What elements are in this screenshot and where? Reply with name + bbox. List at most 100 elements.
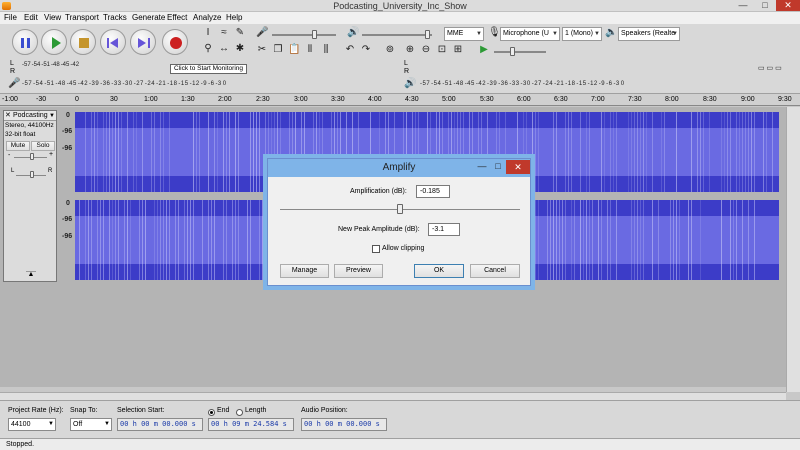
menu-generate[interactable]: Generate <box>132 12 165 24</box>
waveform-texture <box>175 200 176 280</box>
waveform-texture <box>223 200 224 280</box>
playback-channel-r: R <box>404 68 410 75</box>
waveform-texture <box>547 200 548 280</box>
input-device-select[interactable]: Microphone (U ▼ <box>500 27 560 41</box>
menu-analyze[interactable]: Analyze <box>193 12 221 24</box>
timeline-label: 8:30 <box>703 96 717 103</box>
peak-amplitude-input[interactable]: -3.1 <box>428 223 460 236</box>
dialog-close-icon[interactable]: ✕ <box>506 160 530 174</box>
collapse-track-icon[interactable]: ▲ <box>26 271 36 278</box>
audio-position-label: Audio Position: <box>301 407 348 414</box>
waveform-texture <box>643 200 644 280</box>
menu-transport[interactable]: Transport <box>65 12 99 24</box>
waveform-texture <box>535 200 536 280</box>
paste-icon[interactable]: 📋 <box>288 44 300 56</box>
waveform-texture <box>583 200 584 280</box>
undo-icon[interactable]: ↶ <box>344 44 356 56</box>
play-speed-slider[interactable] <box>510 47 515 56</box>
envelope-tool-icon[interactable]: ≈ <box>218 27 230 39</box>
close-window-button[interactable]: ✕ <box>776 0 800 11</box>
dialog-maximize-icon[interactable]: □ <box>490 160 506 172</box>
fit-project-icon[interactable]: ⊞ <box>452 44 464 56</box>
cancel-button[interactable]: Cancel <box>470 264 520 278</box>
maximize-button[interactable]: □ <box>755 0 775 11</box>
length-radio[interactable] <box>236 409 243 416</box>
zoom-out-icon[interactable]: ⊖ <box>420 44 432 56</box>
horizontal-scrollbar[interactable] <box>0 392 786 400</box>
amplification-input[interactable]: -0.185 <box>416 185 450 198</box>
skip-to-end-button[interactable] <box>130 29 156 55</box>
fit-selection-icon[interactable]: ⊡ <box>436 44 448 56</box>
copy-icon[interactable]: ❐ <box>272 44 284 56</box>
track-close-icon[interactable]: ✕ <box>5 111 11 121</box>
selection-end-time[interactable]: 00 h 09 m 24.584 s <box>208 418 294 431</box>
sync-lock-icon[interactable]: ⊚ <box>384 44 396 56</box>
play-at-speed-icon[interactable]: ▶ <box>478 44 490 56</box>
amplification-slider[interactable] <box>397 204 403 214</box>
playback-meter-speaker-icon[interactable]: 🔊 <box>404 78 416 90</box>
waveform-texture <box>535 112 536 192</box>
manage-button[interactable]: Manage <box>280 264 329 278</box>
audio-position-time[interactable]: 00 h 00 m 00.000 s <box>301 418 387 431</box>
audio-host-select[interactable]: MME ▼ <box>444 27 484 41</box>
waveform-texture <box>163 200 164 280</box>
timeline-label: 5:30 <box>480 96 494 103</box>
waveform-texture <box>676 112 677 192</box>
multi-tool-icon[interactable]: ✱ <box>234 43 246 55</box>
selection-tool-icon[interactable]: I <box>202 27 214 39</box>
play-button[interactable] <box>41 29 67 55</box>
record-button[interactable] <box>162 29 188 55</box>
waveform-texture <box>97 112 98 192</box>
waveform-texture <box>766 112 767 192</box>
menu-help[interactable]: Help <box>226 12 242 24</box>
project-rate-select[interactable]: 44100 ▼ <box>8 418 56 431</box>
solo-button[interactable]: Solo <box>31 141 55 151</box>
ok-button[interactable]: OK <box>414 264 464 278</box>
allow-clipping-checkbox[interactable] <box>372 245 380 253</box>
waveform-texture <box>592 200 593 280</box>
output-device-select[interactable]: Speakers (Realte ▼ <box>618 27 680 41</box>
end-radio[interactable] <box>208 409 215 416</box>
recording-meter-mic-icon[interactable]: 🎤 <box>8 78 20 90</box>
track-name[interactable]: Podcasting <box>13 111 48 121</box>
pan-slider[interactable] <box>30 171 34 178</box>
record-volume-slider[interactable] <box>312 30 317 39</box>
menu-effect[interactable]: Effect <box>167 12 187 24</box>
menu-edit[interactable]: Edit <box>24 12 38 24</box>
meter-channel-l: L <box>10 60 14 67</box>
track-header[interactable]: ✕ Podcasting ▼ <box>4 111 56 121</box>
timeshift-tool-icon[interactable]: ↔ <box>218 43 230 55</box>
cut-icon[interactable]: ✂ <box>256 44 268 56</box>
vertical-scrollbar[interactable] <box>786 107 800 392</box>
draw-tool-icon[interactable]: ✎ <box>234 27 246 39</box>
skip-to-start-button[interactable] <box>100 29 126 55</box>
waveform-texture <box>646 112 647 192</box>
waveform-texture <box>211 200 212 280</box>
zoom-tool-icon[interactable]: ⚲ <box>202 43 214 55</box>
menu-view[interactable]: View <box>44 12 61 24</box>
menu-file[interactable]: File <box>4 12 17 24</box>
redo-icon[interactable]: ↷ <box>360 44 372 56</box>
timeline-ruler[interactable]: -1:00 -30 0 30 1:00 1:30 2:00 2:30 3:00 … <box>0 94 800 106</box>
waveform-texture <box>556 200 557 280</box>
pause-button[interactable] <box>12 29 38 55</box>
track-control-panel[interactable]: ✕ Podcasting ▼ Stereo, 44100Hz 32-bit fl… <box>3 110 57 282</box>
playback-volume-slider[interactable] <box>425 30 430 39</box>
gain-slider[interactable] <box>30 153 34 160</box>
dialog-minimize-icon[interactable]: — <box>474 160 490 172</box>
menu-tracks[interactable]: Tracks <box>103 12 127 24</box>
mute-button[interactable]: Mute <box>6 141 30 151</box>
input-channels-select[interactable]: 1 (Mono) ▼ <box>562 27 602 41</box>
selection-start-time[interactable]: 00 h 00 m 00.000 s <box>117 418 203 431</box>
pan-left-label: L <box>11 168 15 174</box>
minimize-button[interactable]: — <box>733 0 753 11</box>
trim-icon[interactable]: ⫴ <box>304 44 316 56</box>
preview-button[interactable]: Preview <box>334 264 383 278</box>
zoom-in-icon[interactable]: ⊕ <box>404 44 416 56</box>
snap-to-select[interactable]: Off ▼ <box>70 418 112 431</box>
track-menu-chevron-icon[interactable]: ▼ <box>49 111 55 121</box>
waveform-texture <box>589 112 590 192</box>
pause-icon <box>13 30 37 54</box>
silence-icon[interactable]: ⫼ <box>320 44 332 56</box>
stop-button[interactable] <box>70 29 96 55</box>
